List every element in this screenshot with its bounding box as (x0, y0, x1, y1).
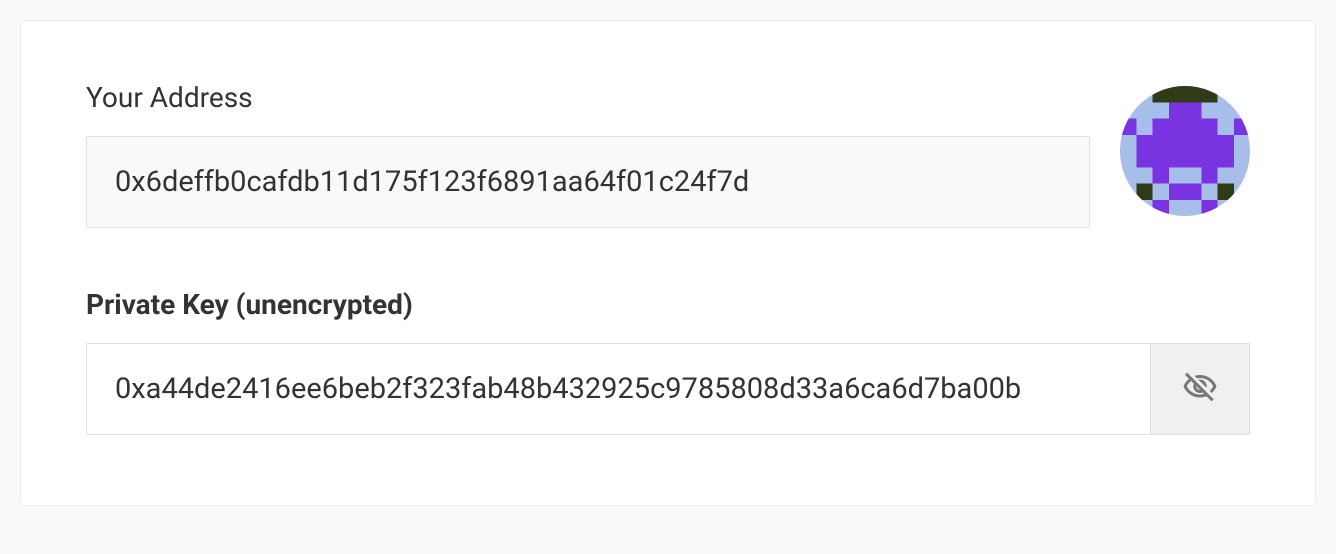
address-row: Your Address 0x6deffb0cafdb11d175f123f68… (86, 81, 1250, 228)
private-key-input-group: 0xa44de2416ee6beb2f323fab48b432925c97858… (86, 343, 1250, 435)
private-key-value[interactable]: 0xa44de2416ee6beb2f323fab48b432925c97858… (86, 343, 1150, 435)
wallet-info-card: Your Address 0x6deffb0cafdb11d175f123f68… (20, 20, 1316, 506)
private-key-label: Private Key (unencrypted) (86, 288, 1250, 321)
eye-off-icon (1182, 369, 1218, 409)
address-value[interactable]: 0x6deffb0cafdb11d175f123f6891aa64f01c24f… (86, 136, 1090, 228)
toggle-visibility-button[interactable] (1150, 343, 1250, 435)
address-identicon (1120, 86, 1250, 216)
private-key-field: Private Key (unencrypted) 0xa44de2416ee6… (86, 288, 1250, 435)
address-label: Your Address (86, 81, 1090, 114)
address-field: Your Address 0x6deffb0cafdb11d175f123f68… (86, 81, 1090, 228)
